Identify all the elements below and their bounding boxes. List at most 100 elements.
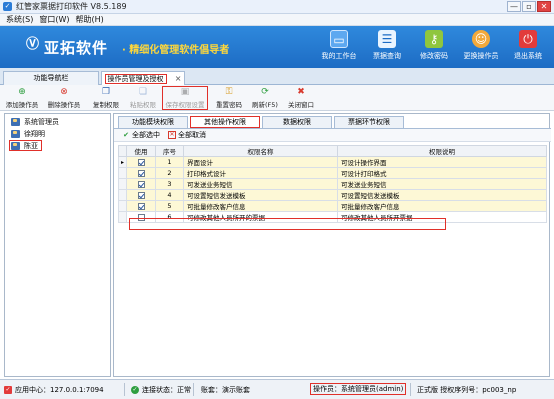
- app-center-status: ✓ 应用中心：127.0.0.1:7094: [4, 385, 104, 395]
- use-checkbox[interactable]: [137, 202, 145, 210]
- use-checkbox[interactable]: [137, 180, 145, 188]
- toolbar-label: 粘贴权限: [130, 101, 156, 109]
- cancel-all-label: 全部取消: [178, 131, 206, 139]
- account-text: 账套：演示账套: [201, 386, 250, 394]
- tab-label: 功能导航栏: [33, 74, 69, 82]
- permission-panel: 功能模块权限 其他操作权限 数据权限 票据环节权限 ✔ 全部选中 ✕ 全部取消 …: [113, 113, 551, 377]
- menu-help[interactable]: 帮助(H): [75, 14, 103, 25]
- row-marker: [118, 189, 127, 201]
- top-button-label: 票据查询: [373, 52, 401, 60]
- row-marker: [118, 200, 127, 212]
- use-cell[interactable]: [126, 189, 156, 201]
- use-cell[interactable]: [126, 200, 156, 212]
- save-permission-button[interactable]: ▣ 保存权限设置: [162, 86, 208, 110]
- user-group-icon: [11, 117, 20, 126]
- toolbar: ⊕ 添加操作员 ⊗ 删除操作员 ❐ 复制权限 ❏ 粘贴权限 ▣ 保存权限设置 ⚿…: [0, 85, 554, 111]
- column-header-no: 序号: [155, 145, 184, 157]
- status-divider: [193, 383, 194, 396]
- table-row[interactable]: ▸ 1 界面设计 可设计操作界面: [118, 156, 547, 168]
- bill-query-button[interactable]: ☰ 票据查询: [363, 30, 411, 66]
- permission-name-cell: 可修改其他人员所开的票据: [183, 211, 338, 223]
- table-row[interactable]: 6 可修改其他人员所开的票据 可修改其他人员所开票据: [118, 211, 547, 223]
- copy-permission-button[interactable]: ❐ 复制权限: [89, 86, 123, 110]
- my-workbench-button[interactable]: ▭ 我的工作台: [315, 30, 363, 66]
- use-cell[interactable]: [126, 156, 156, 168]
- refresh-icon: ⟳: [261, 87, 269, 97]
- brand-slogan: · 精细化管理软件倡导者: [122, 41, 229, 56]
- tab-data-permission[interactable]: 数据权限: [262, 116, 332, 128]
- use-cell[interactable]: [126, 211, 156, 223]
- row-marker: [118, 178, 127, 190]
- table-row[interactable]: 4 可设置短信发送模板 可设置短信发送模板: [118, 189, 547, 201]
- user-group-icon: [11, 141, 20, 150]
- close-button[interactable]: ✕: [537, 1, 551, 12]
- permission-table: 使用 序号 权限名称 权限说明 ▸ 1 界面设计 可设计操作界面 2 打印格式设计 可设计打…: [118, 145, 547, 223]
- exit-system-button[interactable]: ⏻ 退出系统: [504, 30, 552, 66]
- operator-item-xu[interactable]: 徐翔明: [11, 128, 45, 139]
- operator-name: 徐翔明: [24, 129, 45, 138]
- app-center-icon: ✓: [4, 386, 12, 394]
- close-window-button[interactable]: ✖ 关闭窗口: [284, 86, 318, 110]
- toolbar-label: 重置密码: [216, 101, 242, 109]
- brand-slogan-text: 精细化管理软件倡导者: [129, 45, 230, 56]
- delete-operator-button[interactable]: ⊗ 删除操作员: [44, 86, 84, 110]
- use-checkbox[interactable]: [137, 158, 145, 166]
- minimize-button[interactable]: —: [507, 1, 521, 12]
- table-row[interactable]: 3 可发送业务短信 可发送业务短信: [118, 178, 547, 190]
- row-marker: [118, 211, 127, 223]
- subtab-label: 功能模块权限: [132, 118, 174, 126]
- brand-logo-icon: Ⓥ: [26, 37, 40, 52]
- user-icon: ☺: [472, 30, 490, 48]
- account-status: 账套：演示账套: [201, 385, 250, 395]
- use-checkbox[interactable]: [137, 213, 145, 221]
- permission-name-cell: 可发送业务短信: [183, 178, 338, 190]
- use-cell[interactable]: [126, 178, 156, 190]
- permission-desc-cell: 可发送业务短信: [337, 178, 547, 190]
- table-row[interactable]: 2 打印格式设计 可设计打印格式: [118, 167, 547, 179]
- tab-operator-management[interactable]: 操作员管理及授权 ×: [101, 71, 185, 86]
- switch-operator-button[interactable]: ☺ 更换操作员: [457, 30, 505, 66]
- window-controls: — ▫ ✕: [507, 1, 551, 12]
- tab-label: 操作员管理及授权: [104, 74, 167, 84]
- subtab-label: 票据环节权限: [348, 118, 390, 126]
- restore-button[interactable]: ▫: [522, 1, 536, 12]
- refresh-button[interactable]: ⟳ 刷新(F5): [249, 86, 281, 110]
- permission-name-cell: 打印格式设计: [183, 167, 338, 179]
- select-all-label: 全部选中: [132, 131, 160, 139]
- menu-system[interactable]: 系统(S): [6, 14, 33, 25]
- user-group-icon: [11, 129, 20, 138]
- paste-permission-button[interactable]: ❏ 粘贴权限: [126, 86, 160, 110]
- close-window-icon: ✖: [297, 87, 305, 97]
- change-password-button[interactable]: ⚷ 修改密码: [410, 30, 458, 66]
- top-button-label: 修改密码: [420, 52, 448, 60]
- table-row[interactable]: 5 可批量修改客户信息 可批量修改客户信息: [118, 200, 547, 212]
- use-checkbox[interactable]: [137, 169, 145, 177]
- add-icon: ⊕: [18, 87, 26, 97]
- operator-text: 操作员：系统管理员(admin): [313, 385, 404, 393]
- brand-dot: ·: [122, 45, 126, 56]
- operator-name: 系统管理员: [24, 117, 59, 126]
- tab-bill-step-permission[interactable]: 票据环节权限: [334, 116, 404, 128]
- list-icon: ☰: [378, 30, 396, 48]
- connection-text: 连接状态：正常: [142, 386, 191, 394]
- operator-name: 陈亚: [24, 141, 38, 150]
- header-banner: Ⓥ 亚拓软件 · 精细化管理软件倡导者 ▭ 我的工作台 ☰ 票据查询 ⚷ 修改密…: [0, 26, 554, 68]
- operator-item-admin[interactable]: 系统管理员: [11, 116, 59, 127]
- row-marker: [118, 167, 127, 179]
- reset-password-button[interactable]: ⚿ 重置密码: [212, 86, 246, 110]
- menu-window[interactable]: 窗口(W): [39, 14, 69, 25]
- select-all-button[interactable]: ✔ 全部选中: [122, 130, 160, 140]
- cancel-all-button[interactable]: ✕ 全部取消: [168, 130, 206, 140]
- operator-status: 操作员：系统管理员(admin): [310, 383, 407, 395]
- operator-item-chen[interactable]: 陈亚: [9, 140, 42, 151]
- use-checkbox[interactable]: [137, 191, 145, 199]
- add-operator-button[interactable]: ⊕ 添加操作员: [2, 86, 42, 110]
- use-cell[interactable]: [126, 167, 156, 179]
- toolbar-label: 添加操作员: [5, 101, 39, 109]
- tab-function-nav[interactable]: 功能导航栏: [3, 71, 99, 85]
- tab-other-permission[interactable]: 其他操作权限: [190, 116, 260, 128]
- no-cell: 5: [155, 200, 184, 212]
- operator-list: 系统管理员 徐翔明 陈亚: [4, 113, 111, 377]
- tab-close-icon[interactable]: ×: [175, 74, 182, 83]
- tab-module-permission[interactable]: 功能模块权限: [118, 116, 188, 128]
